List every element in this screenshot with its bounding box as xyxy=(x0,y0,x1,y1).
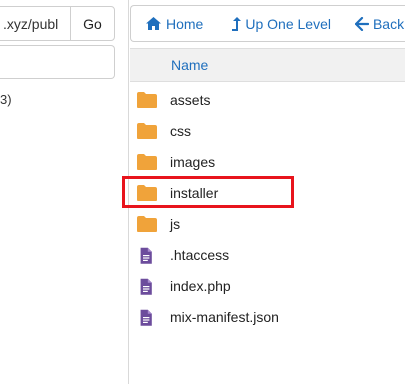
level-up-icon xyxy=(232,16,242,31)
path-input[interactable] xyxy=(0,6,71,41)
toolbar: Home Up One Level Back xyxy=(130,5,405,42)
pane-divider[interactable] xyxy=(128,0,129,384)
file-list: Name assets css images installer js .hta… xyxy=(130,48,405,332)
list-item[interactable]: images xyxy=(130,146,405,177)
up-one-level-button[interactable]: Up One Level xyxy=(203,6,331,41)
back-label: Back xyxy=(372,15,405,32)
file-icon xyxy=(140,309,152,326)
file-name: images xyxy=(170,153,216,170)
column-header-name[interactable]: Name xyxy=(130,48,405,82)
back-button[interactable]: Back xyxy=(331,6,404,41)
file-name: .htaccess xyxy=(170,246,230,263)
list-item[interactable]: assets xyxy=(130,84,405,115)
folder-icon xyxy=(137,184,157,201)
tree-search-field[interactable] xyxy=(0,45,115,79)
home-icon xyxy=(146,17,161,30)
home-label: Home xyxy=(166,15,204,32)
list-item[interactable]: js xyxy=(130,208,405,239)
column-header-label: Name xyxy=(171,57,209,73)
list-item[interactable]: mix-manifest.json xyxy=(130,301,405,332)
file-name: js xyxy=(170,215,181,232)
left-pane: Go 3) xyxy=(0,0,115,384)
file-icon xyxy=(140,247,152,264)
folder-icon xyxy=(137,91,157,108)
arrow-left-icon xyxy=(354,16,369,31)
folder-icon xyxy=(137,153,157,170)
file-name: installer xyxy=(170,184,219,201)
file-name: mix-manifest.json xyxy=(170,308,279,325)
file-name: index.php xyxy=(170,277,231,294)
tree-item-fragment: 3) xyxy=(0,92,12,107)
up-one-level-label: Up One Level xyxy=(245,15,331,32)
list-item[interactable]: index.php xyxy=(130,270,405,301)
folder-icon xyxy=(137,122,157,139)
list-item[interactable]: .htaccess xyxy=(130,239,405,270)
go-button[interactable]: Go xyxy=(70,6,115,41)
file-name: css xyxy=(170,122,191,139)
folder-icon xyxy=(137,215,157,232)
list-item-installer[interactable]: installer xyxy=(130,177,405,208)
file-icon xyxy=(140,278,152,295)
list-item[interactable]: css xyxy=(130,115,405,146)
file-name: assets xyxy=(170,91,211,108)
home-button[interactable]: Home xyxy=(131,6,203,41)
